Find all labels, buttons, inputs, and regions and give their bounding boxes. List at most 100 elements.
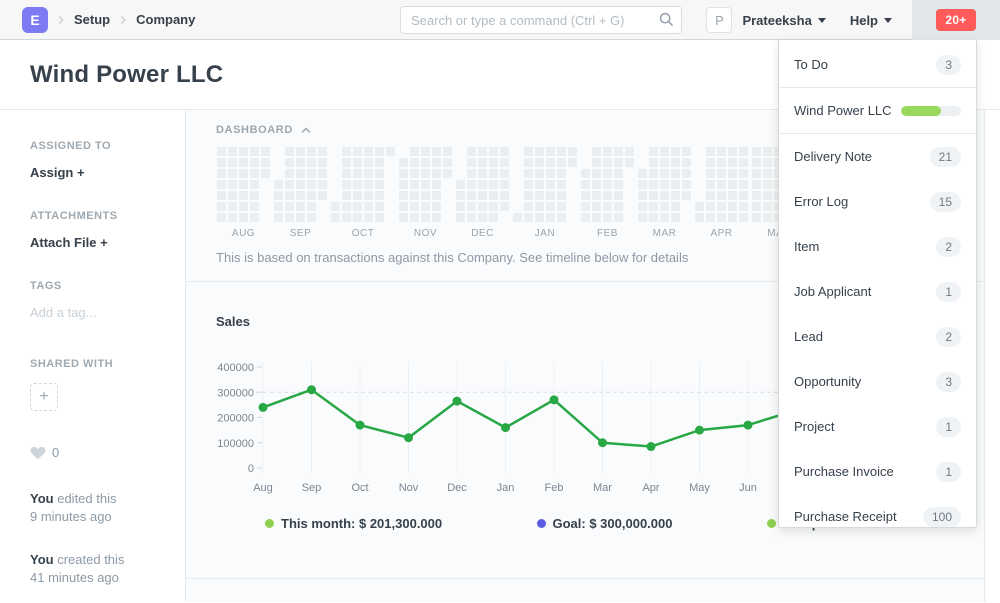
- svg-text:Sep: Sep: [302, 482, 322, 494]
- heatmap-cell: [421, 213, 430, 222]
- dropdown-item-to-do[interactable]: To Do3: [779, 42, 976, 87]
- dropdown-item-purchase-receipt[interactable]: Purchase Receipt100: [779, 494, 976, 528]
- svg-text:300000: 300000: [217, 387, 254, 399]
- heatmap-cell: [489, 180, 498, 189]
- heatmap-cell: [763, 158, 772, 167]
- heatmap-cell: [500, 169, 509, 178]
- heatmap-cell: [364, 158, 373, 167]
- heatmap-cell: [467, 180, 476, 189]
- heatmap-cell: [456, 169, 465, 178]
- dropdown-item-label: Opportunity: [794, 374, 861, 389]
- heatmap-cell: [296, 158, 305, 167]
- heatmap-cell: [456, 213, 465, 222]
- heatmap-cell: [557, 147, 566, 156]
- heatmap-cell: [500, 158, 509, 167]
- legend-item: This month: $ 201,300.000: [265, 516, 442, 531]
- svg-text:Aug: Aug: [253, 482, 273, 494]
- heatmap-cell: [228, 202, 237, 211]
- heatmap-month: MAR: [637, 146, 692, 239]
- user-menu[interactable]: Prateeksha: [742, 13, 825, 28]
- heatmap-cell: [478, 180, 487, 189]
- breadcrumb-company[interactable]: Company: [136, 12, 195, 27]
- assign-button[interactable]: Assign +: [30, 165, 173, 180]
- heatmap-cell: [296, 169, 305, 178]
- dropdown-item-job-applicant[interactable]: Job Applicant1: [779, 269, 976, 314]
- avatar[interactable]: P: [706, 7, 732, 33]
- heatmap-cell: [331, 158, 340, 167]
- navbar: E › Setup › Company P Prateeksha Help 20…: [0, 0, 1000, 40]
- heatmap-cell: [443, 202, 452, 211]
- heatmap-cell: [671, 158, 680, 167]
- heatmap-cell: [410, 202, 419, 211]
- heatmap-cell: [546, 147, 555, 156]
- heatmap-cell: [285, 213, 294, 222]
- heatmap-cell: [386, 169, 395, 178]
- heatmap-cell: [217, 169, 226, 178]
- dashboard-collapse-header[interactable]: DASHBOARD: [216, 124, 326, 136]
- heatmap-cell: [568, 213, 577, 222]
- heart-icon[interactable]: [30, 446, 46, 460]
- heatmap-cell: [421, 202, 430, 211]
- heatmap-cell: [364, 180, 373, 189]
- heatmap-cell: [307, 180, 316, 189]
- heatmap-cell: [456, 202, 465, 211]
- search-input[interactable]: [400, 6, 682, 34]
- app-logo[interactable]: E: [22, 7, 48, 33]
- breadcrumb-setup[interactable]: Setup: [74, 12, 110, 27]
- heatmap-cell: [739, 169, 748, 178]
- heatmap-month-label: SEP: [273, 228, 328, 239]
- count-badge: 2: [936, 237, 961, 257]
- heatmap-cell: [717, 191, 726, 200]
- heatmap-cell: [649, 191, 658, 200]
- dropdown-item-wind-power-llc[interactable]: Wind Power LLC: [779, 88, 976, 133]
- dropdown-item-opportunity[interactable]: Opportunity3: [779, 359, 976, 404]
- heatmap-cell: [513, 158, 522, 167]
- heatmap-cell: [239, 147, 248, 156]
- heatmap-cell: [638, 180, 647, 189]
- count-badge: 2: [936, 327, 961, 347]
- heatmap-cell: [568, 202, 577, 211]
- heatmap-cell: [546, 191, 555, 200]
- dropdown-item-project[interactable]: Project1: [779, 404, 976, 449]
- add-tag-input[interactable]: Add a tag...: [30, 305, 173, 320]
- dropdown-item-purchase-invoice[interactable]: Purchase Invoice1: [779, 449, 976, 494]
- heatmap-cell: [500, 191, 509, 200]
- heatmap-cell: [728, 202, 737, 211]
- heatmap-cell: [410, 147, 419, 156]
- heatmap-cell: [695, 158, 704, 167]
- heatmap-cell: [410, 180, 419, 189]
- heatmap-cell: [568, 169, 577, 178]
- heatmap-cell: [752, 191, 761, 200]
- dropdown-item-delivery-note[interactable]: Delivery Note21: [779, 134, 976, 179]
- heatmap-cell: [603, 202, 612, 211]
- notifications-button[interactable]: 20+: [912, 0, 1000, 40]
- heatmap-cell: [513, 213, 522, 222]
- heatmap-cell: [592, 191, 601, 200]
- heatmap-cell: [625, 147, 634, 156]
- heatmap-cell: [307, 191, 316, 200]
- right-gutter: [985, 110, 1000, 602]
- heatmap-cell: [706, 147, 715, 156]
- heatmap-cell: [739, 213, 748, 222]
- heatmap-cell: [318, 191, 327, 200]
- heatmap-month: SEP: [273, 146, 328, 239]
- heatmap-cell: [546, 158, 555, 167]
- dropdown-item-item[interactable]: Item2: [779, 224, 976, 269]
- chevron-right-icon: ›: [120, 10, 126, 28]
- dropdown-item-error-log[interactable]: Error Log15: [779, 179, 976, 224]
- share-add-button[interactable]: +: [30, 383, 58, 411]
- heatmap-cell: [318, 147, 327, 156]
- heatmap-cell: [443, 147, 452, 156]
- heatmap-cell: [546, 213, 555, 222]
- heatmap-cell: [432, 202, 441, 211]
- heatmap-cell: [239, 202, 248, 211]
- heatmap-cell: [478, 158, 487, 167]
- heatmap-cell: [467, 158, 476, 167]
- svg-text:0: 0: [248, 463, 254, 475]
- help-menu[interactable]: Help: [850, 13, 892, 28]
- svg-text:200000: 200000: [217, 413, 254, 425]
- heatmap-cell: [239, 169, 248, 178]
- attach-file-button[interactable]: Attach File +: [30, 235, 173, 250]
- heatmap-cell: [513, 147, 522, 156]
- dropdown-item-lead[interactable]: Lead2: [779, 314, 976, 359]
